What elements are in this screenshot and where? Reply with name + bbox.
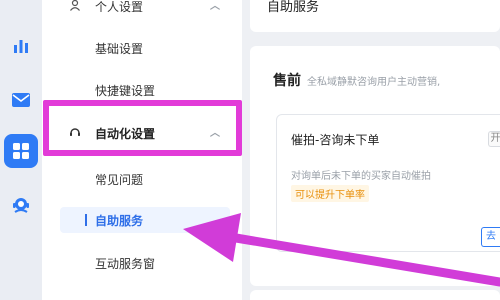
menu-item-label: 自助服务 (95, 213, 144, 228)
section-title: 售前 (273, 73, 301, 89)
feature-action-label: 去 (486, 231, 496, 242)
menu-item-self-service[interactable]: 自助服务 (60, 207, 230, 233)
menu-item-faq[interactable]: 常见问题 (42, 166, 242, 192)
menu-item-interactive-service-window[interactable]: 互动服务窗 (42, 250, 242, 276)
menu-item-label: 个人设置 (95, 0, 144, 14)
highlight-box (43, 100, 242, 156)
section-description: 全私域静默咨询用户主动营销, (307, 77, 441, 88)
user-icon (69, 0, 81, 14)
feature-action-button[interactable]: 去 (481, 227, 500, 247)
chevron-up-icon: ︿ (210, 1, 220, 12)
menu-item-label: 快捷键设置 (95, 83, 156, 98)
menu-item-label: 互动服务窗 (95, 256, 156, 271)
feature-badge: 开 (488, 131, 500, 147)
feature-card-urge-order[interactable]: 催拍-咨询未下单 对询单后未下单的买家自动催拍 可以提升下单率 (276, 114, 500, 252)
feature-title: 催拍-咨询未下单 (291, 133, 380, 147)
feature-tag: 可以提升下单率 (291, 185, 369, 202)
mail-icon[interactable] (4, 83, 38, 117)
menu-item-basic-settings[interactable]: 基础设置 (42, 35, 242, 61)
selected-indicator (85, 214, 87, 226)
feature-description: 对询单后未下单的买家自动催拍 (291, 171, 431, 182)
menu-item-label: 常见问题 (95, 172, 144, 187)
menu-item-label: 基础设置 (95, 41, 144, 56)
next-section-card (250, 290, 500, 300)
page-title: 自助服务 (267, 0, 320, 15)
main-content: 自助服务 售前 全私域静默咨询用户主动营销, 催拍-咨询未下单 对询单后未下单的… (242, 0, 500, 300)
presale-section: 售前 全私域静默咨询用户主动营销, 催拍-咨询未下单 对询单后未下单的买家自动催… (250, 46, 500, 286)
feature-badge-text: 开 (490, 133, 500, 144)
bar-chart-icon[interactable] (4, 29, 38, 63)
apps-grid-icon[interactable] (4, 134, 38, 168)
page-header-card: 自助服务 (250, 0, 500, 32)
support-agent-icon[interactable] (4, 188, 38, 222)
icon-rail (0, 0, 42, 300)
menu-group-personal-settings[interactable]: 个人设置 ︿ (42, 0, 242, 19)
